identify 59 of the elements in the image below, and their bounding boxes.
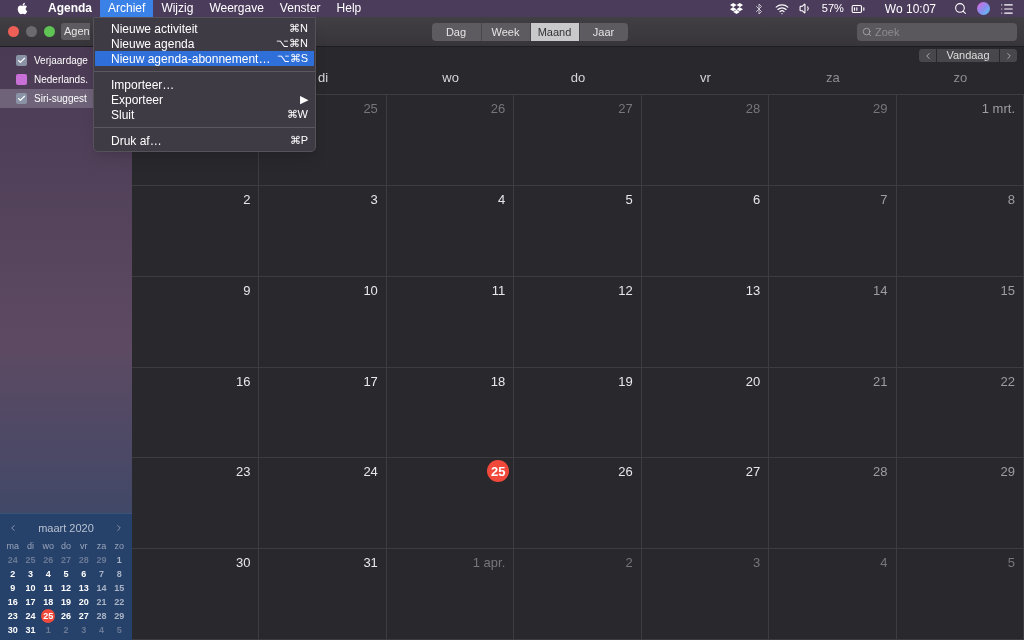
weekday-label: di [26, 540, 36, 553]
weekday-label: zo [953, 69, 968, 88]
day-number: 4 [880, 554, 888, 573]
day-number: 6 [752, 190, 761, 209]
calendar-name: Nederlands. [34, 73, 88, 87]
day-number: 19 [618, 372, 633, 391]
day-number: 18 [490, 372, 506, 391]
calendar-name: Siri-suggest [34, 92, 87, 106]
day-number: 17 [363, 372, 378, 391]
day-number: 23 [235, 463, 251, 482]
day-number: 9 [243, 281, 251, 300]
day-number: 15 [1000, 281, 1015, 300]
day-number: 28 [745, 100, 761, 118]
day-number: 24 [363, 463, 378, 482]
day-number: 27 [745, 463, 761, 482]
weekday-label: wo [442, 69, 459, 88]
weekday-label: vr [78, 540, 89, 553]
day-number: 25 [487, 460, 510, 483]
day-number: 31 [363, 554, 378, 573]
day-number: 3 [370, 190, 378, 209]
day-number: 28 [873, 463, 888, 482]
day-number: 4 [498, 190, 506, 209]
day-number: 26 [490, 100, 506, 118]
day-number: 5 [625, 190, 633, 209]
weekday-label: wo [41, 540, 56, 553]
weekday-label: ma [5, 540, 21, 553]
battery-percentage: 57% [821, 1, 844, 17]
day-number: 1 apr. [472, 554, 506, 573]
weekday-label: vr [700, 69, 711, 88]
day-number: 21 [873, 372, 888, 391]
weekday-label: zo [113, 540, 125, 553]
day-number: 2 [243, 190, 251, 209]
weekday-label: di [318, 69, 329, 88]
day-number: 25 [363, 100, 378, 118]
weekday-label: do [570, 69, 586, 88]
calendar-name: Verjaardage [34, 54, 88, 68]
day-number: 1 mrt. [981, 100, 1015, 118]
day-number: 12 [618, 281, 633, 300]
day-number: 10 [363, 281, 378, 300]
day-number: 3 [752, 554, 761, 573]
day-number: 29 [1000, 463, 1015, 482]
day-number: 5 [1007, 554, 1015, 573]
weekday-label: za [95, 540, 108, 553]
weekday-label: za [826, 69, 840, 88]
day-number: 16 [235, 372, 251, 391]
day-number: 8 [1007, 190, 1015, 209]
month-title: maart 2020 [38, 520, 94, 536]
day-number: 22 [1000, 372, 1015, 391]
day-number: 13 [745, 281, 761, 300]
day-number: 20 [745, 372, 761, 391]
day-number: 26 [618, 463, 633, 482]
day-number: 29 [873, 100, 888, 118]
day-number: 30 [235, 554, 251, 573]
day-number: 27 [618, 100, 633, 118]
day-number: 14 [873, 281, 888, 300]
day-number: 2 [625, 554, 633, 573]
weekday-label: do [60, 540, 72, 553]
day-number: 7 [880, 190, 888, 209]
day-number: 11 [491, 281, 506, 300]
